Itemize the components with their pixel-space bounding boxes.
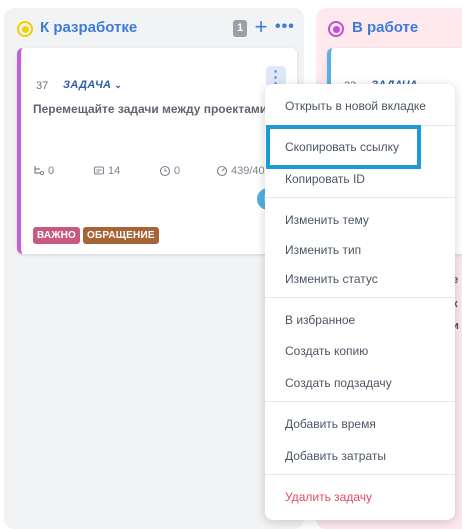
subtasks-icon [34,166,45,176]
menu-delete-task[interactable]: Удалить задачу [285,490,372,504]
progress-value: 439/40 [231,165,265,177]
subtasks-stat: 0 [33,165,54,177]
task-stats: 0 14 0 439/40 [33,165,297,181]
comments-count: 14 [108,165,121,177]
menu-create-subtask[interactable]: Создать подзадачу [285,376,392,390]
column-title: К разработке [40,19,138,36]
tag-request[interactable]: ОБРАЩЕНИЕ [82,227,159,244]
column-title: В работе [352,19,419,36]
column-to-develop: К разработке 1 + ••• 37 ЗАДАЧА ⌄ · · · Пере… [4,8,304,529]
time-stat: 0 [159,165,180,177]
status-dot-icon [17,21,33,37]
menu-create-copy[interactable]: Создать копию [285,344,368,358]
progress-stat: 439/40 [216,165,265,177]
menu-divider [265,474,455,475]
subtasks-count: 0 [48,165,55,177]
menu-divider [265,401,455,402]
clock-icon [159,165,171,177]
menu-add-expenses[interactable]: Добавить затраты [285,449,386,463]
menu-add-favorite[interactable]: В избранное [285,313,355,327]
comments-stat: 14 [93,165,120,177]
task-type-label: ЗАДАЧА [63,79,112,91]
menu-divider [265,297,455,298]
card-menu-button[interactable]: · · · [266,64,286,90]
task-card[interactable]: 37 ЗАДАЧА ⌄ · · · Перемещайте задачи между … [17,48,297,254]
menu-copy-id[interactable]: Копировать ID [285,172,365,186]
menu-open-new-tab[interactable]: Открыть в новой вкладке [285,99,426,113]
menu-change-topic[interactable]: Изменить тему [285,213,369,227]
task-title[interactable]: Перемещайте задачи между проектами [33,102,293,116]
time-count: 0 [174,165,181,177]
tag-important[interactable]: ВАЖНО [33,227,80,244]
task-type-dropdown[interactable]: ЗАДАЧА⌄ [63,79,122,91]
menu-change-status[interactable]: Изменить статус [285,272,378,286]
highlight-frame [266,125,421,169]
menu-change-type[interactable]: Изменить тип [285,243,361,257]
task-number: 37 [36,80,49,92]
tag-list: ВАЖНО ОБРАЩЕНИЕ [33,227,159,244]
status-dot-icon [328,21,344,37]
gauge-icon [216,165,228,177]
menu-divider [265,197,455,198]
task-count-badge: 1 [233,20,247,37]
comment-icon [93,166,105,175]
column-header: К разработке 1 + ••• [4,8,304,48]
column-more-icon[interactable]: ••• [275,16,295,38]
chevron-down-icon: ⌄ [114,80,123,90]
add-task-icon[interactable]: + [251,16,271,38]
menu-add-time[interactable]: Добавить время [285,417,376,431]
